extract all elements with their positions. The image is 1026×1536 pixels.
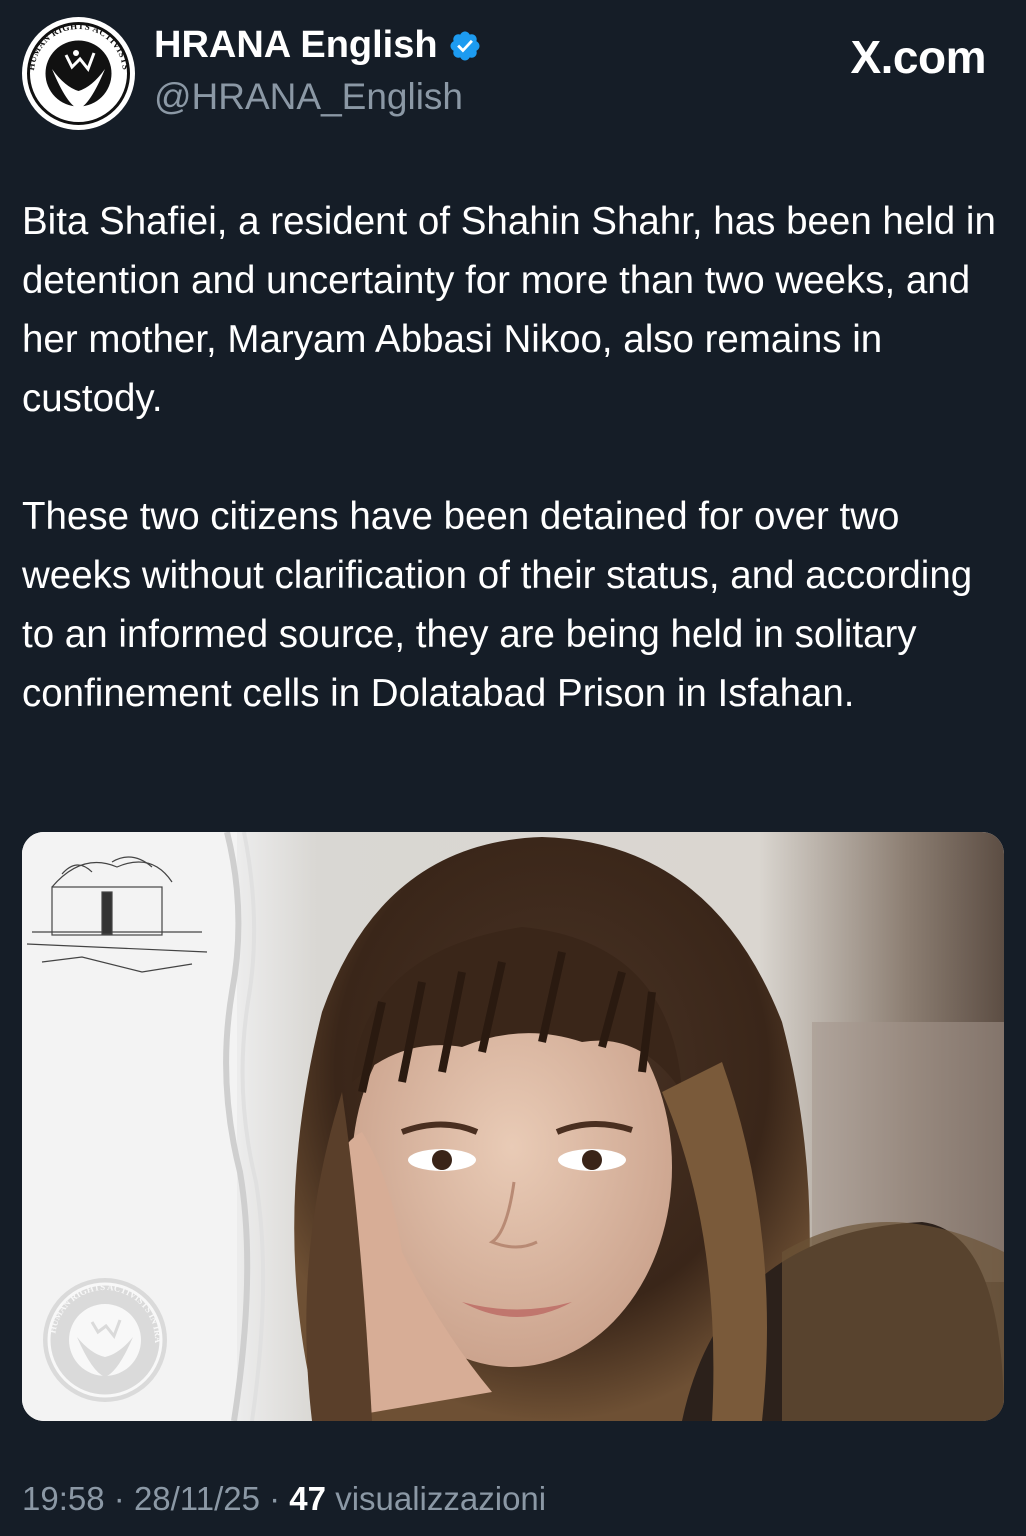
views-label: visualizzazioni xyxy=(335,1480,547,1517)
display-name[interactable]: HRANA English xyxy=(154,24,438,67)
portrait-photo: HUMAN RIGHTS ACTIVISTS IN IRAN xyxy=(22,832,1004,1421)
verified-badge-icon xyxy=(450,30,480,61)
hrana-logo-icon: HUMAN RIGHTS ACTIVISTS IN IRAN xyxy=(22,17,133,128)
tweet-body: Bita Shafiei, a resident of Shahin Shahr… xyxy=(22,192,1006,723)
tweet-paragraph: These two citizens have been detained fo… xyxy=(22,495,973,715)
tweet-date[interactable]: 28/11/25 xyxy=(134,1480,260,1517)
views-count: 47 xyxy=(289,1480,327,1517)
x-brand-label: X.com xyxy=(850,31,986,83)
display-name-row[interactable]: HRANA English xyxy=(154,24,482,67)
tweet-paragraph: Bita Shafiei, a resident of Shahin Shahr… xyxy=(22,200,996,420)
tweet-meta: 19:58 · 28/11/25 · 47 visualizzazioni xyxy=(22,1480,546,1518)
tweet-media-image[interactable]: HUMAN RIGHTS ACTIVISTS IN IRAN xyxy=(22,832,1004,1421)
avatar[interactable]: HUMAN RIGHTS ACTIVISTS IN IRAN xyxy=(22,17,135,130)
meta-separator: · xyxy=(269,1480,281,1517)
meta-separator: · xyxy=(113,1480,125,1517)
tweet-screenshot: HUMAN RIGHTS ACTIVISTS IN IRAN HRANA Eng… xyxy=(0,0,1026,1536)
user-handle[interactable]: @HRANA_English xyxy=(154,76,463,118)
tweet-time[interactable]: 19:58 xyxy=(22,1480,105,1517)
